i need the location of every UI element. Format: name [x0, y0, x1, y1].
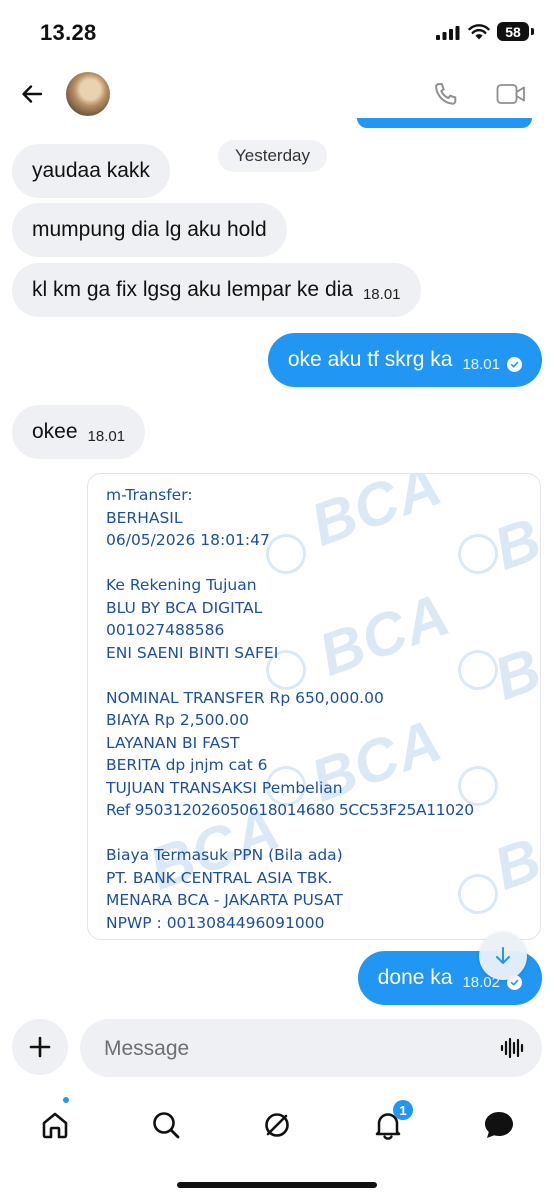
outgoing-message[interactable]: oke aku tf skrg ka 18.01	[267, 333, 542, 387]
message-time: 18.01	[362, 285, 401, 303]
tab-search[interactable]	[141, 1100, 191, 1150]
receipt-spacer	[106, 664, 474, 687]
message-time: 18.01	[462, 355, 500, 373]
phone-call-icon[interactable]	[432, 80, 460, 108]
transfer-receipt-card[interactable]: BCA BCA BCA BCA BCA BCA BCA m-Transfer: …	[87, 473, 541, 940]
tab-explore[interactable]	[252, 1100, 302, 1150]
search-icon	[153, 1112, 180, 1139]
back-arrow-icon[interactable]	[20, 82, 44, 106]
wifi-icon	[468, 24, 490, 40]
receipt-line: BERITA dp jnjm cat 6	[106, 756, 268, 774]
read-check-icon	[507, 356, 522, 372]
battery-tip	[531, 28, 534, 35]
incoming-message[interactable]: mumpung dia lg aku hold	[12, 203, 287, 257]
explore-icon	[265, 1113, 289, 1137]
message-text: yaudaa kakk	[32, 159, 150, 182]
receipt-line: 001027488586	[106, 621, 225, 639]
receipt-line: BERHASIL	[106, 508, 183, 527]
message-text: oke aku tf skrg ka	[287, 348, 453, 371]
receipt-line: Ke Rekening Tujuan	[106, 576, 257, 594]
receipt-line: MENARA BCA - JAKARTA PUSAT	[106, 891, 343, 909]
message-text: done ka	[377, 966, 453, 989]
message-text: okee	[32, 420, 78, 443]
chat-header	[0, 62, 554, 126]
receipt-line: m-Transfer:	[106, 486, 193, 504]
day-separator: Yesterday	[218, 140, 327, 172]
receipt-line: NPWP : 0013084496091000	[106, 913, 325, 932]
bottom-tab-bar	[0, 1090, 554, 1160]
voice-message-icon[interactable]	[500, 1036, 526, 1060]
chat-bubble-icon	[485, 1112, 513, 1138]
contact-avatar[interactable]	[66, 72, 110, 116]
battery-indicator: 58	[497, 22, 529, 41]
receipt-line: TUJUAN TRANSAKSI Pembelian	[106, 778, 343, 797]
receipt-line: 06/05/2026 18:01:47	[106, 531, 270, 549]
receipt-line: BLU BY BCA DIGITAL	[106, 598, 263, 617]
home-activity-dot	[63, 1097, 69, 1103]
tab-messages[interactable]	[474, 1100, 524, 1150]
receipt-line: BIAYA Rp 2,500.00	[106, 711, 249, 729]
notification-badge: 1	[393, 1100, 413, 1120]
incoming-message[interactable]: yaudaa kakk	[12, 144, 170, 198]
incoming-message[interactable]: kl km ga fix lgsg aku lempar ke dia 18.0…	[12, 263, 421, 317]
message-text: mumpung dia lg aku hold	[32, 218, 267, 241]
message-composer	[80, 1019, 542, 1079]
receipt-line: LAYANAN BI FAST	[106, 733, 240, 752]
message-time: 18.01	[87, 427, 126, 445]
receipt-spacer	[106, 822, 474, 845]
home-indicator	[177, 1182, 377, 1188]
receipt-text: m-Transfer: BERHASIL 06/05/2026 18:01:47…	[106, 484, 474, 934]
receipt-line: NOMINAL TRANSFER Rp 650,000.00	[106, 688, 384, 707]
incoming-message[interactable]: okee 18.01	[12, 405, 146, 459]
arrow-down-icon	[496, 947, 510, 964]
receipt-line: Biaya Termasuk PPN (Bila ada)	[106, 846, 343, 864]
battery-level: 58	[505, 23, 521, 40]
cellular-signal-icon	[436, 26, 460, 40]
add-attachment-button[interactable]	[12, 1019, 68, 1075]
bca-watermark: BCA	[485, 474, 541, 583]
video-call-icon[interactable]	[496, 82, 526, 106]
receipt-line: PT. BANK CENTRAL ASIA TBK.	[106, 868, 333, 887]
receipt-line: Ref 950312026050618014680 5CC53F25A11020	[106, 801, 474, 819]
plus-icon	[29, 1036, 51, 1058]
status-bar: 13.28 58	[0, 0, 554, 62]
clock: 13.28	[40, 20, 97, 45]
message-text: kl km ga fix lgsg aku lempar ke dia	[32, 278, 353, 301]
previous-message-bubble-edge	[357, 118, 532, 128]
message-input[interactable]	[102, 1019, 486, 1079]
receipt-line: ENI SAENI BINTI SAFEI	[106, 643, 279, 662]
tab-home[interactable]	[30, 1100, 80, 1150]
receipt-spacer	[106, 552, 474, 575]
scroll-to-bottom-button[interactable]	[479, 932, 527, 980]
home-icon	[42, 1112, 68, 1139]
